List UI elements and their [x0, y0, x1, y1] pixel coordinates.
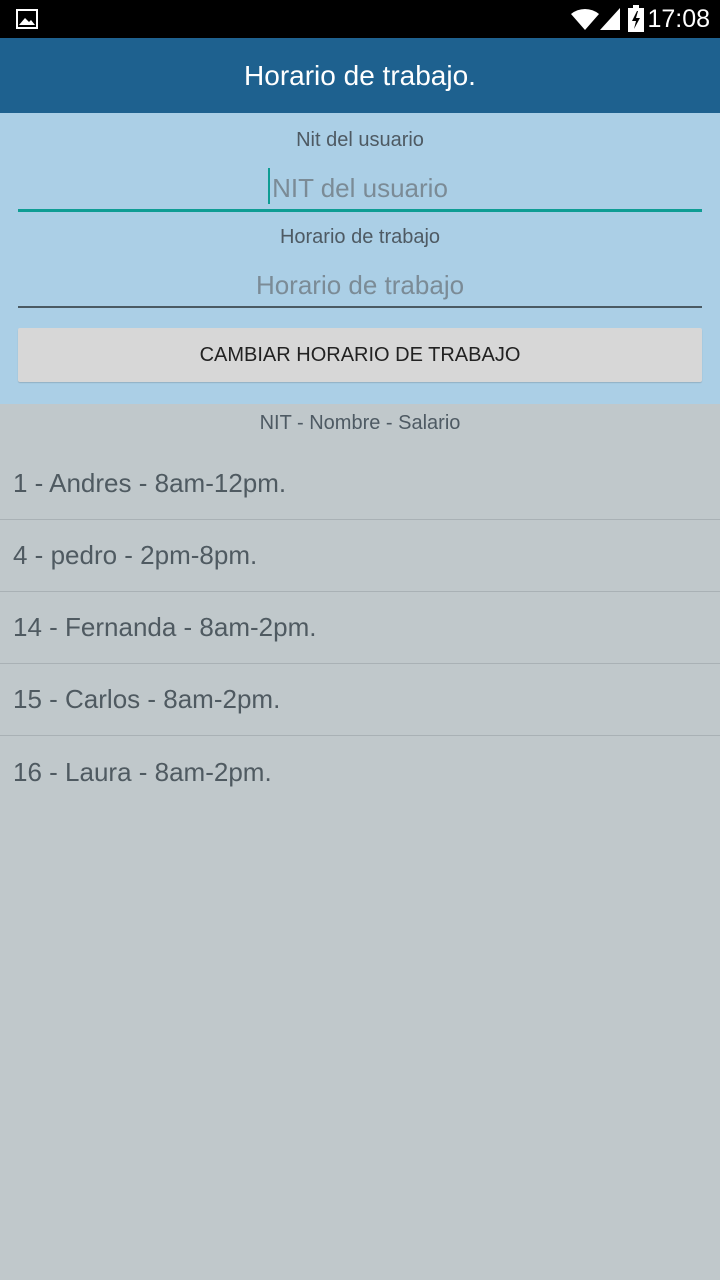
list-header: NIT - Nombre - Salario [259, 412, 461, 434]
status-bar: 17:08 [0, 0, 720, 38]
text-cursor [268, 168, 270, 204]
page-title: Horario de trabajo. [244, 59, 476, 91]
signal-icon [600, 8, 620, 30]
wifi-icon [571, 8, 599, 30]
nit-input-underline [18, 209, 702, 212]
schedule-form: Nit del usuario Horario de trabajo CAMBI… [0, 113, 720, 404]
employee-list: 1 - Andres - 8am-12pm. 4 - pedro - 2pm-8… [0, 448, 720, 808]
list-item[interactable]: 4 - pedro - 2pm-8pm. [0, 520, 720, 592]
schedule-input[interactable] [18, 263, 702, 307]
nit-input[interactable] [18, 166, 702, 210]
nit-label: Nit del usuario [296, 129, 424, 151]
list-item[interactable]: 1 - Andres - 8am-12pm. [0, 448, 720, 520]
list-item[interactable]: 16 - Laura - 8am-2pm. [0, 736, 720, 808]
list-item[interactable]: 14 - Fernanda - 8am-2pm. [0, 592, 720, 664]
schedule-label: Horario de trabajo [279, 226, 441, 248]
schedule-input-underline [18, 306, 702, 308]
gallery-icon [16, 9, 38, 29]
app-bar: Horario de trabajo. [0, 38, 720, 113]
status-time: 17:08 [647, 5, 710, 33]
change-schedule-button[interactable]: CAMBIAR HORARIO DE TRABAJO [18, 328, 702, 382]
battery-charging-icon [628, 5, 644, 32]
list-item[interactable]: 15 - Carlos - 8am-2pm. [0, 664, 720, 736]
